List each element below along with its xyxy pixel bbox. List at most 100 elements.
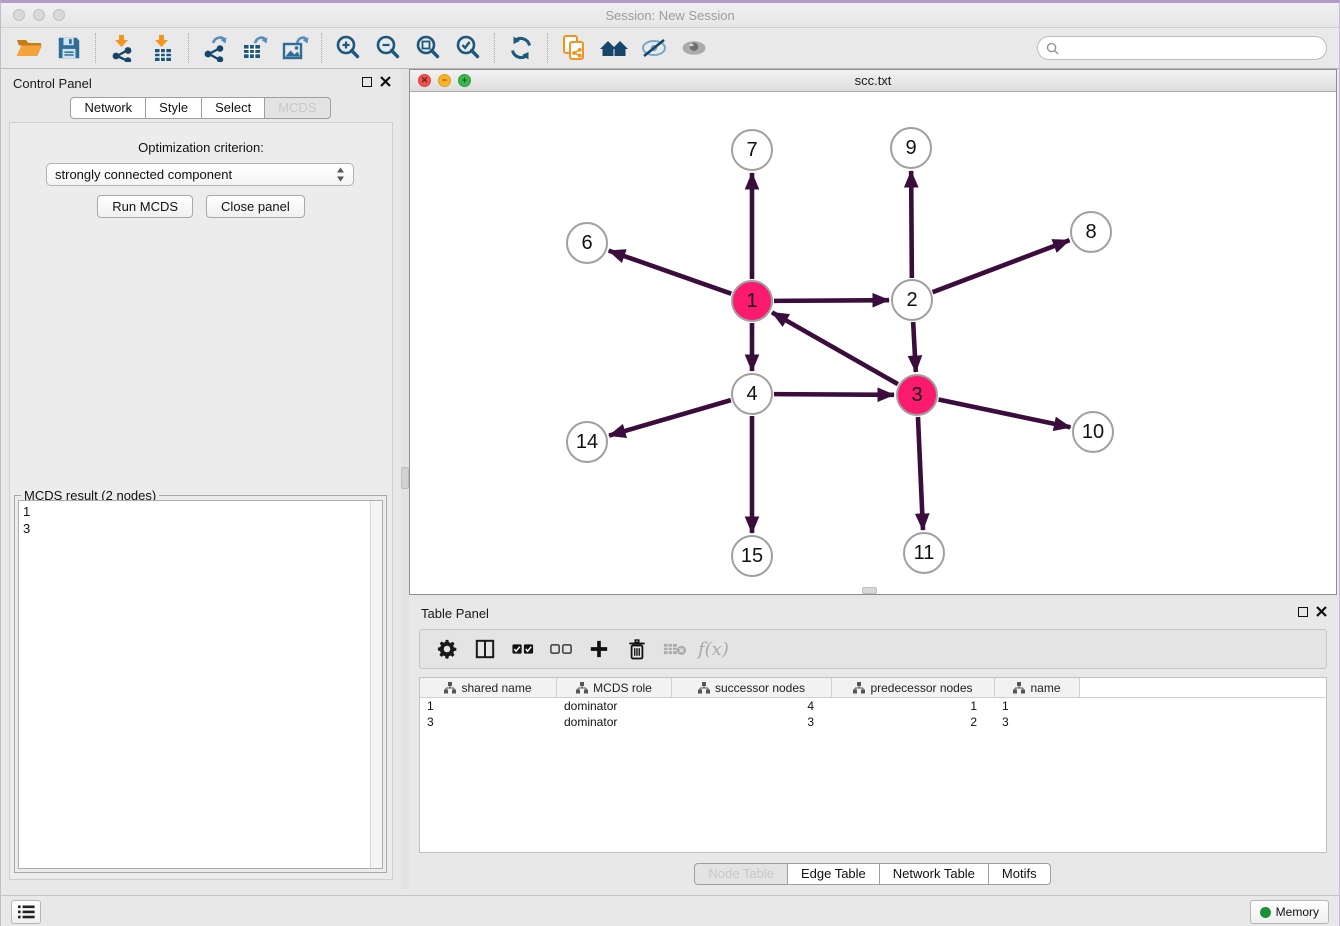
mcds-result-list[interactable]: 13 xyxy=(18,500,383,869)
select-all-checkboxes-icon[interactable] xyxy=(508,634,538,664)
import-network-icon[interactable] xyxy=(105,32,139,64)
edge-2-8[interactable] xyxy=(933,240,1070,292)
network-zoom-icon[interactable]: + xyxy=(458,74,471,87)
zoom-fit-icon[interactable] xyxy=(411,32,445,64)
dropdown-stepper-icon xyxy=(336,167,345,182)
open-session-icon[interactable] xyxy=(12,32,46,64)
edge-3-10[interactable] xyxy=(939,400,1071,428)
column-header-name[interactable]: name xyxy=(995,678,1080,697)
column-settings-gear-icon[interactable] xyxy=(432,634,462,664)
home-view-icon[interactable] xyxy=(597,32,631,64)
edge-2-3[interactable] xyxy=(913,322,916,372)
export-image-icon[interactable] xyxy=(278,32,312,64)
edge-2-9[interactable] xyxy=(911,171,912,278)
column-header-predecessor-nodes[interactable]: predecessor nodes xyxy=(832,678,995,697)
table-tab-node-table[interactable]: Node Table xyxy=(694,863,788,885)
tab-select[interactable]: Select xyxy=(201,97,265,119)
edge-1-2[interactable] xyxy=(774,300,889,301)
column-header-shared-name[interactable]: shared name xyxy=(420,678,557,697)
import-table-icon[interactable] xyxy=(145,32,179,64)
close-table-panel-icon[interactable] xyxy=(1316,606,1327,617)
column-header-MCDS-role[interactable]: MCDS role xyxy=(557,678,672,697)
main-toolbar xyxy=(1,28,1339,69)
edge-1-6[interactable] xyxy=(609,251,732,294)
table-cell[interactable]: 1 xyxy=(420,698,557,714)
zoom-in-icon[interactable] xyxy=(331,32,365,64)
clear-checkboxes-icon[interactable] xyxy=(546,634,576,664)
dropdown-selected-value: strongly connected component xyxy=(55,167,336,182)
table-cell[interactable]: dominator xyxy=(557,714,672,730)
table-tab-edge-table[interactable]: Edge Table xyxy=(787,863,880,885)
node-3[interactable]: 3 xyxy=(896,374,938,416)
canvas-resize-handle[interactable] xyxy=(862,587,877,594)
close-panel-button[interactable]: Close panel xyxy=(206,195,305,218)
node-10[interactable]: 10 xyxy=(1072,411,1114,453)
memory-button[interactable]: Memory xyxy=(1250,900,1329,924)
node-table: shared nameMCDS rolesuccessor nodesprede… xyxy=(419,677,1327,853)
network-canvas[interactable]: 7 9 6 8 1 2 4 3 14 10 15 11 xyxy=(410,92,1336,594)
network-close-icon[interactable]: ✕ xyxy=(418,74,431,87)
minimize-window-button[interactable] xyxy=(33,9,45,21)
vertical-splitter[interactable] xyxy=(401,69,409,889)
add-row-plus-icon[interactable] xyxy=(584,634,614,664)
save-session-icon[interactable] xyxy=(52,32,86,64)
network-window-header[interactable]: ✕ − + scc.txt xyxy=(410,70,1336,92)
network-snapshot-icon[interactable] xyxy=(557,32,591,64)
split-view-icon[interactable] xyxy=(470,634,500,664)
refresh-layout-icon[interactable] xyxy=(504,32,538,64)
node-14[interactable]: 14 xyxy=(566,421,608,463)
function-builder-icon[interactable]: f(x) xyxy=(698,634,729,664)
node-4[interactable]: 4 xyxy=(731,373,773,415)
show-graphics-eye-icon[interactable] xyxy=(677,32,711,64)
export-network-icon[interactable] xyxy=(198,32,232,64)
edge-4-14[interactable] xyxy=(609,400,731,435)
tab-network[interactable]: Network xyxy=(70,97,146,119)
zoom-out-icon[interactable] xyxy=(371,32,405,64)
table-cell[interactable]: 1 xyxy=(995,698,1080,714)
float-table-panel-icon[interactable] xyxy=(1298,607,1308,617)
export-table-icon[interactable] xyxy=(238,32,272,64)
column-label: name xyxy=(1030,681,1060,695)
vertical-splitter-handle[interactable] xyxy=(401,467,409,489)
tab-mcds[interactable]: MCDS xyxy=(264,97,330,119)
edge-3-1[interactable] xyxy=(772,312,898,384)
optimization-criterion-dropdown[interactable]: strongly connected component xyxy=(46,163,354,186)
close-panel-icon[interactable] xyxy=(380,76,391,87)
node-6[interactable]: 6 xyxy=(566,222,608,264)
zoom-selected-icon[interactable] xyxy=(451,32,485,64)
table-cell[interactable]: 2 xyxy=(832,714,995,730)
table-row[interactable]: 1dominator411 xyxy=(420,698,1326,714)
node-9[interactable]: 9 xyxy=(890,127,932,169)
task-history-button[interactable] xyxy=(11,900,41,924)
table-cell[interactable]: dominator xyxy=(557,698,672,714)
maximize-window-button[interactable] xyxy=(53,9,65,21)
table-row[interactable]: 3dominator323 xyxy=(420,714,1326,730)
float-panel-icon[interactable] xyxy=(362,77,372,87)
edge-3-11[interactable] xyxy=(918,417,923,530)
node-7[interactable]: 7 xyxy=(731,129,773,171)
table-cell[interactable]: 4 xyxy=(672,698,832,714)
close-window-button[interactable] xyxy=(13,9,25,21)
table-cell[interactable]: 3 xyxy=(995,714,1080,730)
search-input[interactable] xyxy=(1064,41,1326,56)
delete-table-icon[interactable] xyxy=(660,634,690,664)
result-scrollbar[interactable] xyxy=(370,501,382,868)
table-cell[interactable]: 3 xyxy=(672,714,832,730)
run-mcds-button[interactable]: Run MCDS xyxy=(97,195,193,218)
table-cell[interactable]: 1 xyxy=(832,698,995,714)
table-tab-motifs[interactable]: Motifs xyxy=(988,863,1051,885)
network-minimize-icon[interactable]: − xyxy=(438,74,451,87)
edge-4-3[interactable] xyxy=(774,394,894,395)
column-header-successor-nodes[interactable]: successor nodes xyxy=(672,678,832,697)
tab-style[interactable]: Style xyxy=(145,97,202,119)
node-8[interactable]: 8 xyxy=(1070,211,1112,253)
node-15[interactable]: 15 xyxy=(731,535,773,577)
window-title: Session: New Session xyxy=(1,3,1339,28)
table-tab-network-table[interactable]: Network Table xyxy=(879,863,989,885)
hide-panels-eye-slash-icon[interactable] xyxy=(637,32,671,64)
table-cell[interactable]: 3 xyxy=(420,714,557,730)
node-1[interactable]: 1 xyxy=(731,280,773,322)
node-2[interactable]: 2 xyxy=(891,279,933,321)
node-11[interactable]: 11 xyxy=(903,532,945,574)
delete-row-trash-icon[interactable] xyxy=(622,634,652,664)
